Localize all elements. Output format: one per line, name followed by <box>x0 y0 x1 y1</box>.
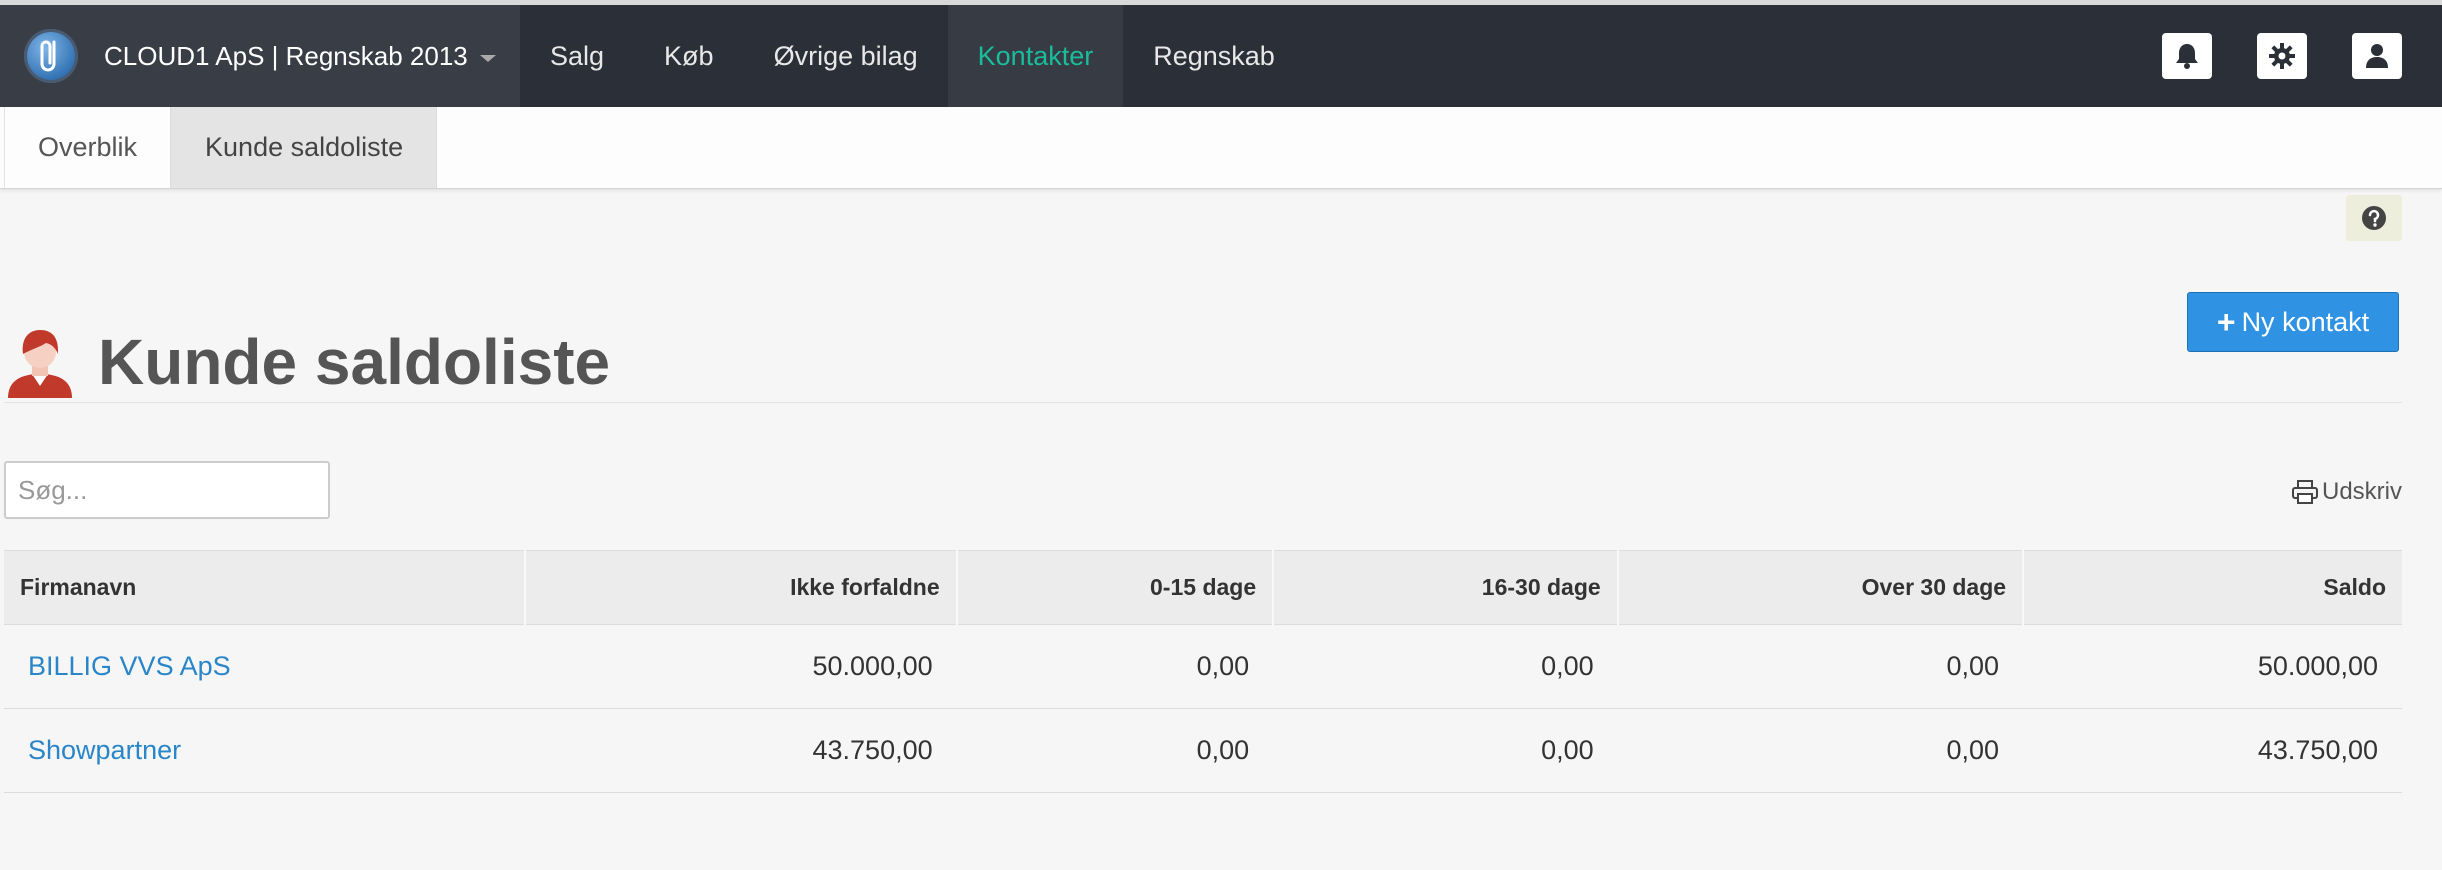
chevron-down-icon <box>479 54 496 62</box>
cell-ikke-forfaldne: 50.000,00 <box>524 624 957 709</box>
sub-navbar: Overblik Kunde saldoliste <box>0 107 2442 189</box>
question-circle-icon <box>2362 206 2386 230</box>
cell-saldo: 50.000,00 <box>2023 624 2402 709</box>
cell-ikke-forfaldne: 43.750,00 <box>524 708 957 793</box>
bell-icon <box>2176 44 2198 69</box>
column-header-ikke-forfaldne[interactable]: Ikke forfaldne <box>523 550 957 625</box>
column-header-saldo[interactable]: Saldo <box>2022 550 2402 625</box>
nav-item-kob[interactable]: Køb <box>634 5 744 107</box>
new-contact-button[interactable]: + Ny kontakt <box>2187 292 2399 352</box>
settings-button[interactable] <box>2257 33 2307 79</box>
table-row: BILLIG VVS ApS 50.000,00 0,00 0,00 0,00 … <box>4 624 2402 709</box>
paperclip-logo-icon <box>24 29 78 83</box>
cell-16-30-dage: 0,00 <box>1273 624 1618 709</box>
top-icon-group <box>2162 5 2402 107</box>
gear-icon <box>2269 43 2295 69</box>
plus-icon: + <box>2216 303 2236 340</box>
page-title: Kunde saldoliste <box>98 325 611 398</box>
nav-item-regnskab[interactable]: Regnskab <box>1123 5 1305 107</box>
page-header: Kunde saldoliste <box>4 282 610 442</box>
header-divider <box>4 402 2402 403</box>
cell-over-30-dage: 0,00 <box>1617 708 2024 793</box>
new-contact-label: Ny kontakt <box>2241 306 2370 337</box>
cell-firmanavn: Showpartner <box>4 708 525 793</box>
notifications-button[interactable] <box>2162 33 2212 79</box>
column-header-16-30-dage[interactable]: 16-30 dage <box>1272 550 1618 625</box>
table-row: Showpartner 43.750,00 0,00 0,00 0,00 43.… <box>4 708 2402 793</box>
user-menu-button[interactable] <box>2352 33 2402 79</box>
print-button[interactable]: Udskriv <box>2291 478 2402 506</box>
tab-kunde-saldoliste[interactable]: Kunde saldoliste <box>171 107 438 188</box>
search-input[interactable] <box>4 461 330 519</box>
customer-link[interactable]: BILLIG VVS ApS <box>28 651 231 681</box>
company-switcher[interactable]: CLOUD1 ApS | Regnskab 2013 <box>0 5 520 107</box>
cell-0-15-dage: 0,00 <box>956 624 1274 709</box>
customer-balance-table: Firmanavn Ikke forfaldne 0-15 dage 16-30… <box>4 550 2402 793</box>
nav-item-salg[interactable]: Salg <box>520 5 634 107</box>
printer-icon <box>2291 480 2318 504</box>
cell-firmanavn: BILLIG VVS ApS <box>4 624 525 709</box>
company-name: CLOUD1 ApS | Regnskab 2013 <box>104 40 468 71</box>
cell-16-30-dage: 0,00 <box>1273 708 1618 793</box>
sub-tabs: Overblik Kunde saldoliste <box>4 107 2442 188</box>
cell-0-15-dage: 0,00 <box>956 708 1274 793</box>
cell-over-30-dage: 0,00 <box>1617 624 2024 709</box>
nav-item-kontakter[interactable]: Kontakter <box>947 5 1124 107</box>
cell-saldo: 43.750,00 <box>2023 708 2402 793</box>
user-icon <box>2366 44 2388 68</box>
column-header-over-30-dage[interactable]: Over 30 dage <box>1616 550 2024 625</box>
column-header-0-15-dage[interactable]: 0-15 dage <box>955 550 1274 625</box>
help-button[interactable] <box>2346 195 2402 241</box>
table-header-row: Firmanavn Ikke forfaldne 0-15 dage 16-30… <box>4 550 2402 625</box>
customer-avatar-icon <box>8 329 72 398</box>
tab-overblik[interactable]: Overblik <box>4 107 172 188</box>
column-header-firmanavn[interactable]: Firmanavn <box>4 550 525 625</box>
main-nav: Salg Køb Øvrige bilag Kontakter Regnskab <box>520 5 1305 107</box>
customer-link[interactable]: Showpartner <box>28 735 181 765</box>
nav-item-ovrige-bilag[interactable]: Øvrige bilag <box>744 5 948 107</box>
top-navbar: CLOUD1 ApS | Regnskab 2013 Salg Køb Øvri… <box>0 0 2442 107</box>
print-label: Udskriv <box>2321 478 2402 505</box>
